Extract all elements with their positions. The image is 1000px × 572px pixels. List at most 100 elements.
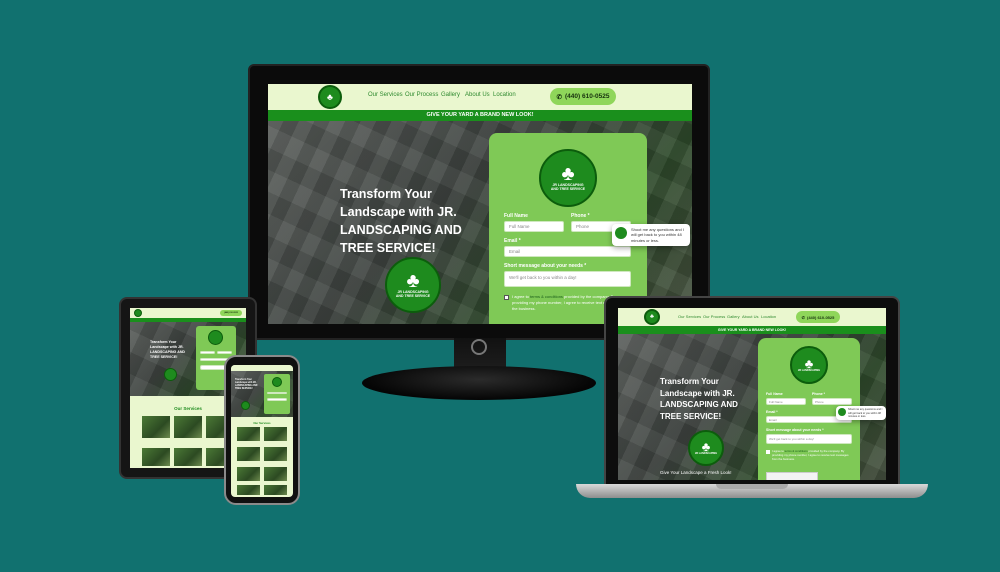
hero-title: Transform Your Landscape with JR. LANDSC… <box>235 379 258 391</box>
nav-link-location[interactable]: Location <box>761 314 776 319</box>
hero-section: Transform Your Landscape with JR. LANDSC… <box>268 121 692 324</box>
logo-brand-line2: AND TREE SERVICE <box>395 294 431 298</box>
message-input[interactable] <box>267 398 287 401</box>
nav-link-our-process[interactable]: Our Process <box>703 314 725 319</box>
full-name-input[interactable] <box>200 351 215 354</box>
tree-icon: ♣ <box>406 270 420 293</box>
phone-icon: ✆ <box>556 93 562 101</box>
monitor-stand <box>362 366 596 400</box>
logo-brand-line2: AND TREE SERVICE <box>550 187 586 191</box>
smartphone: Transform Your Landscape with JR. LANDSC… <box>224 355 300 505</box>
site-logo[interactable]: ♣ <box>318 85 342 109</box>
power-button-icon <box>471 339 487 355</box>
laptop-site: ♣ Our Services Our Process Gallery About… <box>618 308 886 480</box>
message-input[interactable]: We'll get back to you within a day! <box>766 434 852 444</box>
consent-prefix: I agree to <box>512 294 531 299</box>
service-image <box>264 427 287 441</box>
message-input[interactable]: We'll get back to you within a day! <box>504 271 631 287</box>
site-navbar: (440) 610-0525 <box>130 308 246 318</box>
chat-message: Shoot me any questions and I will get ba… <box>631 227 684 243</box>
email-label: Email * <box>766 410 778 414</box>
service-image <box>237 447 260 461</box>
form-logo <box>272 377 282 387</box>
hero-logo: ♣ JR LANDSCAPING <box>688 430 724 466</box>
chat-avatar <box>838 408 846 416</box>
form-logo: ♣ JR LANDSCAPING AND TREE SERVICE <box>539 149 597 207</box>
nav-link-location[interactable]: Location <box>493 92 516 98</box>
hero-tagline: Give Your Landscape a Fresh Look! <box>660 470 732 475</box>
site-logo[interactable]: ♣ <box>644 309 660 325</box>
phone-site: Transform Your Landscape with JR. LANDSC… <box>231 365 293 497</box>
form-logo <box>208 330 223 345</box>
tree-icon: ♣ <box>561 163 575 186</box>
site-logo[interactable] <box>134 309 142 317</box>
laptop-notch <box>716 484 788 489</box>
consent-text: I agree to terms & conditions provided b… <box>772 449 852 463</box>
phone-input[interactable]: Phone <box>812 398 852 405</box>
recaptcha-box[interactable] <box>766 472 818 480</box>
tree-icon: ♣ <box>327 91 333 102</box>
service-image <box>237 485 260 495</box>
services-title: Our Services <box>253 421 271 425</box>
service-image <box>237 467 260 481</box>
service-image <box>174 448 202 466</box>
email-input[interactable] <box>267 392 287 394</box>
full-name-label: Full Name <box>766 392 783 396</box>
phone-icon: ✆ <box>801 314 805 320</box>
hero-title: Transform Your Landscape with JR. LANDSC… <box>340 187 462 256</box>
terms-link[interactable]: terms & conditions <box>530 294 563 299</box>
contact-form <box>264 374 290 414</box>
nav-link-gallery[interactable]: Gallery <box>441 92 460 98</box>
tree-icon: ♣ <box>650 314 654 320</box>
chat-widget[interactable]: Shoot me any questions and I will get ba… <box>612 224 690 246</box>
message-label: Short message about your needs * <box>766 428 824 432</box>
hero-section: Transform Your Landscape with JR. LANDSC… <box>618 334 886 480</box>
chat-widget[interactable]: Shoot me any questions and I will get ba… <box>836 406 886 420</box>
hero-logo <box>164 368 177 381</box>
phone-number: (440) 610-0525 <box>565 93 610 100</box>
logo-brand-line1: JR LANDSCAPING <box>797 369 821 373</box>
promo-banner: GIVE YOUR YARD A BRAND NEW LOOK! <box>268 110 692 121</box>
site-navbar: ♣ Our Services Our Process Gallery About… <box>268 84 692 110</box>
site-frame: ♣ Our Services Our Process Gallery About… <box>618 308 886 480</box>
laptop: ♣ Our Services Our Process Gallery About… <box>604 296 900 486</box>
full-name-input[interactable]: Full Name <box>504 221 564 232</box>
phone-label: Phone * <box>812 392 826 396</box>
phone-number: (440) 610-0525 <box>224 312 238 314</box>
consent-checkbox[interactable] <box>766 450 770 454</box>
phone-number: (440) 610-0525 <box>807 314 835 320</box>
promo-banner: GIVE YOUR YARD A BRAND NEW LOOK! <box>618 326 886 334</box>
service-image <box>237 427 260 441</box>
hero-logo: ♣ JR LANDSCAPING AND TREE SERVICE <box>385 257 441 313</box>
chat-avatar <box>615 227 627 239</box>
chat-message: Shoot me any questions and I will get ba… <box>848 408 883 418</box>
email-input[interactable]: Email <box>504 246 631 257</box>
hero-logo <box>241 401 250 410</box>
hero-title: Transform Your Landscape with JR. LANDSC… <box>660 377 738 421</box>
nav-link-about-us[interactable]: About Us <box>465 92 490 98</box>
site-navbar: ♣ Our Services Our Process Gallery About… <box>618 308 886 326</box>
nav-link-our-services[interactable]: Our Services <box>368 92 403 98</box>
message-label: Short message about your needs * <box>504 263 587 269</box>
phone-button[interactable]: (440) 610-0525 <box>220 310 242 316</box>
full-name-input[interactable]: Full Name <box>766 398 806 405</box>
service-image <box>264 467 287 481</box>
phone-button[interactable]: ✆ (440) 610-0525 <box>796 311 840 323</box>
nav-link-gallery[interactable]: Gallery <box>727 314 740 319</box>
logo-brand-line1: JR LANDSCAPING <box>694 452 718 456</box>
service-image <box>142 448 170 466</box>
nav-link-our-process[interactable]: Our Process <box>405 92 438 98</box>
hero-section: Transform Your Landscape with JR. LANDSC… <box>231 371 293 417</box>
phone-button[interactable]: ✆ (440) 610-0525 <box>550 88 616 105</box>
email-label: Email * <box>504 238 521 244</box>
phone-input[interactable] <box>217 351 232 354</box>
nav-link-about-us[interactable]: About Us <box>742 314 758 319</box>
hero-title: Transform Your Landscape with JR. LANDSC… <box>150 340 186 360</box>
service-image <box>264 485 287 495</box>
form-logo: ♣ JR LANDSCAPING <box>790 346 828 384</box>
consent-checkbox[interactable] <box>504 295 509 300</box>
service-image <box>264 447 287 461</box>
full-name-label: Full Name <box>504 213 528 219</box>
nav-link-our-services[interactable]: Our Services <box>678 314 701 319</box>
service-image <box>174 416 202 438</box>
